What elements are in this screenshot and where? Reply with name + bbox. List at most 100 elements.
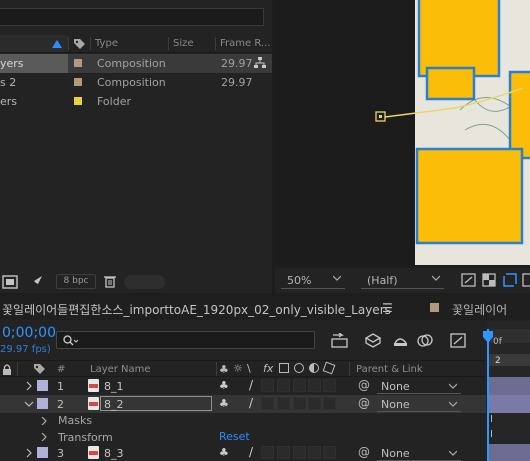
layer-shape[interactable] — [415, 147, 524, 245]
expand-arrow-icon[interactable] — [40, 417, 48, 425]
other-comp-tab-title[interactable]: 꽃일레이어 — [452, 301, 507, 318]
playhead-handle-icon[interactable] — [483, 331, 493, 343]
transform-reset-link[interactable]: Reset — [219, 430, 250, 443]
frame-rate-column-header[interactable]: Frame R... — [220, 38, 270, 49]
layer-shape[interactable] — [417, 0, 501, 78]
shy-switch-icon[interactable]: ♣ — [219, 363, 229, 376]
layer-label-color[interactable] — [37, 380, 48, 391]
quality-toggle-icon[interactable]: / — [249, 378, 253, 392]
layer-label-color[interactable] — [37, 398, 48, 409]
thumbnail-size-slider[interactable] — [124, 275, 165, 289]
layer-duration-bar[interactable] — [487, 444, 530, 461]
project-item[interactable]: s 2 Composition 29.97 — [0, 73, 272, 92]
chevron-down-icon — [449, 383, 457, 389]
keyframe-marker[interactable]: I — [490, 429, 493, 440]
frame-blending-icon[interactable] — [417, 333, 434, 348]
layer-number: 2 — [57, 398, 64, 411]
transform-group[interactable]: Transform — [58, 431, 113, 444]
pick-whip-icon[interactable]: @ — [358, 378, 370, 392]
comp-tab-title[interactable]: 꽃일레이어들편집한소스_importtoAE_1920px_02_only_vi… — [2, 301, 391, 318]
draft-3d-icon[interactable] — [365, 333, 382, 348]
timeline-track-area[interactable]: 0f 2 I I — [483, 321, 530, 461]
expand-arrow-icon[interactable] — [40, 433, 48, 441]
chevron-down-icon — [432, 275, 440, 281]
type-column-header[interactable]: Type — [95, 38, 118, 49]
layer-number-header[interactable]: # — [57, 364, 65, 375]
pick-whip-icon[interactable]: @ — [358, 445, 370, 459]
layer-label-color[interactable] — [37, 447, 48, 458]
region-of-interest-icon[interactable] — [503, 273, 517, 287]
label-color-chip[interactable] — [74, 59, 82, 67]
composition-canvas[interactable] — [275, 0, 530, 265]
layer-shape[interactable] — [425, 66, 476, 101]
bit-depth-button[interactable]: 8 bpc — [56, 274, 96, 289]
current-timecode[interactable]: 0;00;00 — [2, 325, 56, 341]
label-tag-icon[interactable] — [73, 38, 86, 50]
layer-name-header[interactable]: Layer Name — [90, 364, 151, 375]
layer-name[interactable]: 8_1 — [104, 380, 124, 393]
pick-whip-icon[interactable]: @ — [358, 396, 370, 410]
zoom-dropdown[interactable]: 50% — [281, 271, 345, 289]
trash-icon[interactable] — [104, 275, 116, 288]
layer-row[interactable]: 3 8_3 ♣ / @ None — [0, 444, 486, 461]
project-item[interactable]: ers Folder — [0, 92, 272, 111]
label-color-chip[interactable] — [74, 97, 82, 105]
layer-duration-bar[interactable] — [487, 377, 530, 395]
new-composition-icon[interactable] — [2, 275, 18, 289]
motion-blur-switch-icon[interactable] — [294, 363, 304, 373]
keyframe-marker[interactable]: I — [490, 414, 493, 425]
shy-layers-icon[interactable] — [392, 333, 409, 348]
collapse-switch-icon[interactable]: ☼ — [233, 362, 243, 375]
expand-arrow-icon[interactable] — [24, 448, 34, 458]
3d-layer-switch-icon[interactable] — [322, 361, 336, 375]
project-item[interactable]: yers Composition 29.97 — [0, 54, 272, 73]
parent-dropdown[interactable]: None — [377, 378, 461, 394]
label-color-chip[interactable] — [74, 78, 82, 86]
effects-switch-icon[interactable]: fx — [263, 362, 273, 375]
frame-rate-readout: 29.97 fps) — [0, 344, 51, 355]
size-column-header[interactable]: Size — [173, 38, 194, 49]
playhead[interactable] — [487, 329, 489, 461]
shy-toggle-icon[interactable]: ♣ — [219, 397, 229, 410]
masks-group[interactable]: Masks — [58, 414, 92, 427]
project-item-type: Composition — [97, 76, 166, 89]
label-tag-icon[interactable] — [33, 363, 46, 375]
quality-toggle-icon[interactable]: / — [249, 396, 253, 410]
layer-name[interactable]: 8_3 — [104, 447, 124, 460]
motion-blur-icon[interactable] — [450, 333, 467, 348]
timeline-tab-bar: 꽃일레이어들편집한소스_importtoAE_1920px_02_only_vi… — [0, 296, 530, 320]
lock-icon[interactable] — [2, 364, 12, 375]
resolution-dropdown[interactable]: (Half) — [361, 271, 444, 289]
layer-search-input[interactable] — [56, 331, 315, 349]
collapse-arrow-icon[interactable] — [24, 399, 34, 409]
parent-value: None — [381, 380, 410, 393]
shy-toggle-icon[interactable]: ♣ — [219, 379, 229, 392]
quality-toggle-icon[interactable]: / — [249, 445, 253, 459]
panel-menu-icon[interactable]: ☰ — [382, 301, 393, 315]
expand-arrow-icon[interactable] — [24, 381, 34, 391]
transparency-grid-icon[interactable] — [482, 273, 496, 287]
parent-link-header[interactable]: Parent & Link — [356, 364, 423, 375]
render-queue-icon[interactable] — [30, 275, 44, 289]
layer-shape[interactable] — [508, 70, 530, 160]
fast-previews-icon[interactable] — [461, 273, 476, 287]
layer-name[interactable]: 8_2 — [104, 398, 124, 411]
layer-row-selected[interactable]: 2 8_2 ♣ / @ None — [0, 395, 486, 413]
layer-duration-bar[interactable] — [487, 395, 530, 413]
project-search-input[interactable] — [0, 8, 264, 26]
time-ruler-label: 0f — [493, 337, 502, 347]
quality-switch-icon[interactable]: \ — [247, 362, 251, 375]
layer-row[interactable]: 1 8_1 ♣ / @ None — [0, 377, 486, 395]
layer-number: 1 — [57, 380, 64, 393]
parent-dropdown[interactable]: None — [377, 445, 461, 461]
frame-blend-switch-icon[interactable] — [279, 363, 289, 373]
comp-mini-flowchart-icon[interactable] — [331, 333, 348, 348]
shy-toggle-icon[interactable]: ♣ — [219, 446, 229, 459]
adjustment-layer-switch-icon[interactable] — [309, 363, 319, 373]
parent-dropdown[interactable]: None — [377, 396, 461, 412]
time-ruler[interactable] — [487, 354, 530, 366]
layer-number: 3 — [57, 447, 64, 460]
flowchart-icon[interactable] — [254, 57, 266, 69]
toggle-mask-icon[interactable] — [522, 273, 530, 287]
sort-ascending-icon[interactable] — [52, 40, 62, 48]
